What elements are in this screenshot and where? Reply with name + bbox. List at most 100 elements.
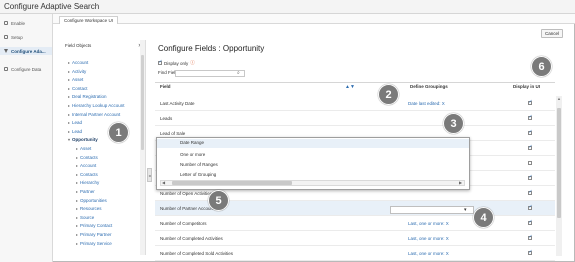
tree-item[interactable]: ▸ Primary Contact — [76, 223, 112, 228]
table-row[interactable] — [155, 111, 555, 126]
scroll-left-icon[interactable]: ◀ — [162, 180, 165, 185]
chevron-right-icon[interactable]: ▸ — [68, 120, 70, 125]
tree-item[interactable]: ▸ Primary Partner — [76, 232, 112, 237]
tree-item-label: Account — [80, 163, 97, 169]
tab-row: Configure Workspace UI — [53, 14, 575, 24]
tree-item-label: Lead — [72, 120, 83, 126]
callout-3: 3 — [443, 113, 464, 134]
chevron-right-icon[interactable]: ▸ — [76, 223, 78, 228]
table-row[interactable] — [155, 216, 555, 231]
popup-option[interactable]: Date Range — [180, 140, 204, 145]
grouping-link[interactable]: Date last edited: X — [408, 101, 445, 106]
tree-item[interactable]: ▸ Lead — [68, 129, 82, 134]
display-in-ui-checkbox[interactable] — [528, 129, 533, 135]
tree-item[interactable]: ▸ Primary Service — [76, 241, 112, 246]
scroll-up-icon[interactable]: ▲ — [557, 96, 561, 101]
tree-item[interactable]: ▸ Source — [76, 215, 94, 220]
display-in-ui-checkbox[interactable] — [528, 189, 533, 195]
callout-6: 6 — [531, 56, 552, 77]
chevron-right-icon[interactable]: ▸ — [68, 69, 70, 74]
popup-option[interactable]: Number of Ranges — [180, 162, 218, 167]
tree-item[interactable]: ▸ Contact — [68, 86, 88, 91]
chevron-right-icon[interactable]: ▸ — [76, 241, 78, 246]
tree-item-label: Hierarchy Lookup Account — [72, 103, 125, 108]
nav-item-enable[interactable]: Enable — [4, 19, 25, 27]
cancel-button[interactable]: Cancel — [541, 29, 563, 38]
display-in-ui-checkbox[interactable] — [528, 99, 533, 105]
tree-item[interactable]: ▸ Asset — [76, 146, 91, 151]
chevron-right-icon[interactable]: ▸ — [76, 172, 78, 177]
tree-item[interactable]: ▸ Deal Registration — [68, 94, 107, 99]
chevron-right-icon[interactable]: ▸ — [76, 146, 78, 151]
popup-option[interactable]: One or more — [180, 152, 205, 157]
search-icon[interactable]: ⌕ — [237, 70, 240, 76]
table-scroll-thumb[interactable] — [557, 108, 561, 218]
tab-configure-workspace[interactable]: Configure Workspace UI — [59, 16, 118, 24]
display-in-ui-checkbox[interactable] — [528, 249, 533, 255]
chevron-right-icon[interactable]: ▸ — [76, 232, 78, 237]
chevron-right-icon[interactable]: ▸ — [68, 94, 70, 99]
chevron-right-icon[interactable]: ▸ — [76, 206, 78, 211]
chevron-right-icon[interactable]: ▸ — [68, 103, 70, 108]
tree-item[interactable]: ▸ Contacts — [76, 172, 98, 177]
grouping-link[interactable]: Last, one or more: X — [408, 221, 449, 226]
collapse-pane-handle[interactable]: ◂ — [147, 168, 152, 182]
tree-item-label: Primary Contact — [80, 223, 113, 229]
chevron-right-icon[interactable]: ▸ — [76, 163, 78, 168]
scroll-right-icon[interactable]: ▶ — [459, 180, 462, 185]
nav-label: Enable — [11, 20, 26, 26]
grouping-link[interactable]: Last, one or more: X — [408, 236, 449, 241]
display-in-ui-checkbox[interactable] — [528, 114, 533, 120]
nav-item-setup[interactable]: Setup — [4, 33, 23, 41]
chevron-right-icon[interactable]: ▸ — [76, 189, 78, 194]
chevron-right-icon[interactable]: ▸ — [68, 60, 70, 65]
tree-item[interactable]: ▸ Opportunities — [76, 198, 107, 203]
callout-5: 5 — [208, 190, 229, 211]
find-fields-input[interactable] — [175, 70, 245, 77]
tree-item[interactable]: ▸ Hierarchy Lookup Account — [68, 103, 125, 108]
display-in-ui-checkbox[interactable] — [528, 174, 533, 180]
display-in-ui-checkbox[interactable] — [528, 204, 533, 210]
chevron-right-icon[interactable]: ▸ — [68, 77, 70, 82]
tree-item[interactable]: ▸ Asset — [68, 77, 83, 82]
tree-item[interactable]: ▸ Partner — [76, 189, 95, 194]
tree-item[interactable]: ▸ Activity — [68, 69, 86, 74]
chevron-right-icon[interactable]: ▸ — [68, 86, 70, 91]
tree-item[interactable]: ▸ Hierarchy — [76, 180, 99, 185]
display-in-ui-checkbox[interactable] — [528, 144, 533, 150]
nav-item-configure-adaptive[interactable]: Configure Ada... — [0, 47, 52, 55]
setup-icon — [4, 35, 8, 39]
grouping-link[interactable]: Last, one or more: X — [408, 251, 449, 256]
tree-item[interactable]: ▸ Internal Partner Account — [68, 112, 120, 117]
popup-option[interactable]: Letter of Grouping — [180, 172, 216, 177]
chevron-right-icon[interactable]: ▸ — [76, 215, 78, 220]
field-name: Number of Partner Accounts — [160, 206, 217, 211]
popup-hscroll-thumb[interactable] — [172, 181, 292, 185]
tree-item[interactable]: ▸ Resources — [76, 206, 102, 211]
chevron-right-icon[interactable]: ▸ — [68, 112, 70, 117]
tree-scroll-thumb[interactable] — [141, 55, 144, 150]
tree-item[interactable]: ▸ Lead — [68, 120, 82, 125]
display-in-ui-checkbox[interactable] — [528, 234, 533, 240]
display-only-checkbox[interactable] — [158, 59, 163, 65]
nav-item-configure-data[interactable]: Configure Data — [4, 65, 41, 73]
sort-icon[interactable]: ▲▼ — [345, 84, 355, 90]
chevron-right-icon[interactable]: ▸ — [76, 180, 78, 185]
grouping-dropdown[interactable] — [390, 206, 474, 214]
tree-item[interactable]: ▸ Account — [76, 163, 96, 168]
chevron-right-icon[interactable]: ▸ — [76, 198, 78, 203]
tree-item-label: Opportunity — [72, 137, 98, 143]
chevron-right-icon[interactable]: ▸ — [68, 129, 70, 134]
chevron-right-icon[interactable]: ▸ — [76, 155, 78, 160]
tree-item[interactable]: ▸ Account — [68, 60, 88, 65]
column-header-field[interactable]: Field — [160, 84, 171, 89]
display-in-ui-checkbox[interactable] — [528, 219, 533, 225]
tree-item[interactable]: ▸ Contacts — [76, 155, 98, 160]
chevron-down-icon[interactable]: ▾ — [68, 137, 70, 142]
display-only-toggle[interactable]: Display only ⓘ — [158, 59, 195, 66]
chevron-down-icon[interactable]: ▾ — [464, 207, 467, 213]
tree-item[interactable]: ▾ Opportunity — [68, 137, 98, 142]
table-row[interactable] — [155, 96, 555, 111]
display-in-ui-checkbox[interactable] — [528, 161, 532, 165]
tree-item-label: Contacts — [80, 171, 98, 177]
